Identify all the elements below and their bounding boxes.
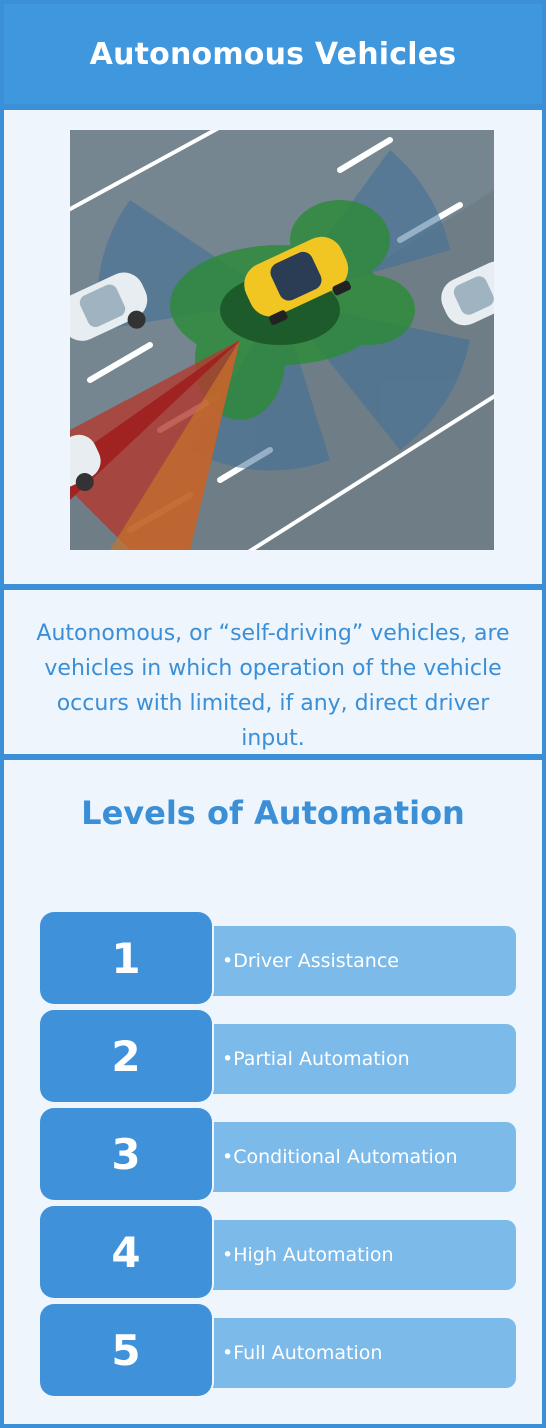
- level-number: 2: [40, 1010, 212, 1102]
- level-label: •High Automation: [222, 1244, 394, 1266]
- level-label: •Partial Automation: [222, 1048, 410, 1070]
- level-item: •Conditional Automation 3: [40, 1108, 516, 1200]
- level-item: •Partial Automation 2: [40, 1010, 516, 1102]
- level-number: 3: [40, 1108, 212, 1200]
- level-label: •Conditional Automation: [222, 1146, 458, 1168]
- car-sensor-svg: [70, 130, 494, 550]
- header: Autonomous Vehicles: [4, 4, 542, 104]
- page-title: Autonomous Vehicles: [89, 36, 457, 72]
- level-label: •Driver Assistance: [222, 950, 399, 972]
- level-number: 1: [40, 912, 212, 1004]
- level-item: •Driver Assistance 1: [40, 912, 516, 1004]
- level-number: 4: [40, 1206, 212, 1298]
- image-panel: [4, 110, 542, 584]
- level-label: •Full Automation: [222, 1342, 383, 1364]
- level-number: 5: [40, 1304, 212, 1396]
- description-text: Autonomous, or “self-driving” vehicles, …: [36, 621, 510, 751]
- level-item: •High Automation 4: [40, 1206, 516, 1298]
- self-driving-car-illustration: [70, 130, 494, 550]
- levels-title: Levels of Automation: [81, 794, 465, 832]
- levels-panel: Levels of Automation •Driver Assistance …: [4, 760, 542, 1424]
- infographic: Autonomous Vehicles Autonomous, or “self…: [0, 0, 546, 1428]
- level-item: •Full Automation 5: [40, 1304, 516, 1396]
- description-panel: Autonomous, or “self-driving” vehicles, …: [4, 590, 542, 754]
